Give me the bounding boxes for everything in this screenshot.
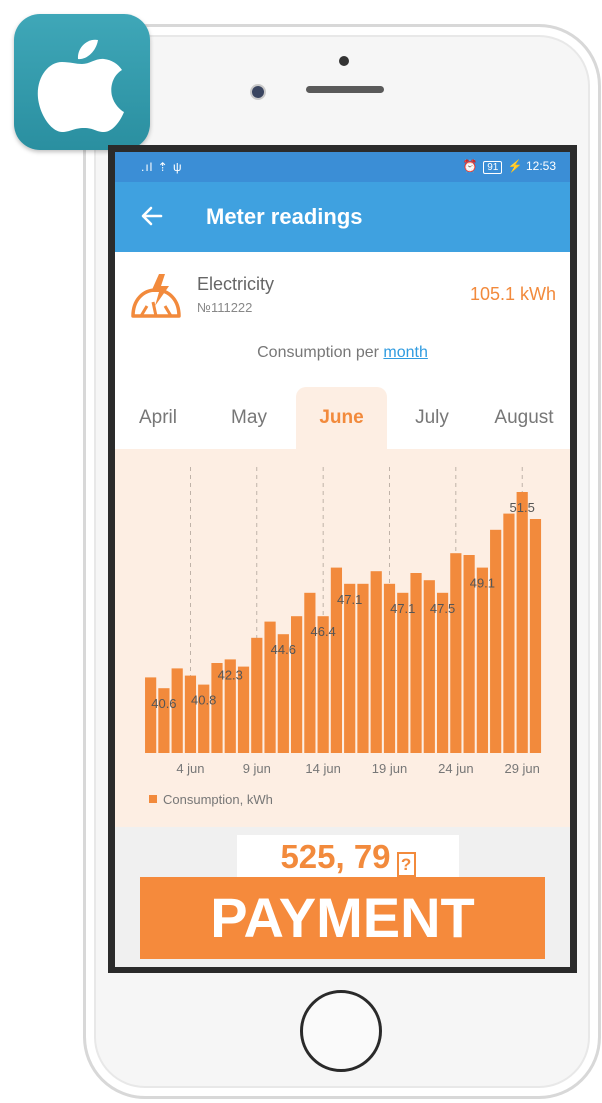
legend-swatch bbox=[149, 795, 157, 803]
consumption-prefix: Consumption per bbox=[257, 344, 384, 361]
app-screen: .ıl ⇡ ψ ⏰ 91 ⚡ 12:53 Meter readings Elec… bbox=[115, 152, 570, 967]
bar-29[interactable] bbox=[516, 492, 528, 753]
apple-logo-shape bbox=[37, 39, 124, 132]
status-right: ⏰ 91 ⚡ 12:53 bbox=[463, 159, 556, 174]
charging-icon: ⚡ bbox=[507, 159, 523, 173]
app-bar: Meter readings bbox=[115, 182, 570, 252]
x-tick-label-4: 24 jun bbox=[438, 761, 473, 776]
consumption-chart: 40.6 40.8 42.3 44.6 46.4 47.1 47.1 47.5 49.1 51.5… bbox=[115, 449, 570, 827]
bar-9[interactable] bbox=[251, 637, 263, 753]
data-label-4: 46.4 bbox=[310, 624, 335, 639]
meter-lightning-icon bbox=[131, 274, 181, 318]
bar-18[interactable] bbox=[370, 571, 382, 753]
currency-glyph: ? bbox=[396, 852, 416, 877]
bar-17[interactable] bbox=[357, 583, 369, 753]
bar-13[interactable] bbox=[304, 592, 316, 753]
bar-4[interactable] bbox=[184, 675, 197, 753]
payment-amount: 525, 79? bbox=[237, 835, 459, 879]
data-label-3: 44.6 bbox=[271, 642, 296, 657]
meter-info-row[interactable]: Electricity №111222 105.1 kWh bbox=[115, 252, 570, 332]
data-label-1: 40.8 bbox=[191, 693, 216, 708]
battery-icon: 91 bbox=[483, 161, 503, 174]
consumption-period-line: Consumption per month bbox=[115, 344, 570, 362]
tab-june[interactable]: June bbox=[296, 387, 387, 449]
status-bar: .ıl ⇡ ψ ⏰ 91 ⚡ 12:53 bbox=[115, 152, 570, 182]
data-label-5: 47.1 bbox=[337, 592, 362, 607]
x-tick-label-5: 29 jun bbox=[504, 761, 539, 776]
apple-logo-icon bbox=[14, 14, 150, 150]
bar-28[interactable] bbox=[503, 513, 515, 753]
bar-30[interactable] bbox=[529, 519, 542, 753]
camera-dot bbox=[339, 56, 349, 66]
amount-value: 525, 79 bbox=[280, 838, 391, 875]
alarm-icon: ⏰ bbox=[462, 159, 478, 173]
bar-12[interactable] bbox=[291, 616, 303, 753]
status-time: 12:53 bbox=[525, 159, 556, 173]
meter-name: Electricity bbox=[197, 274, 275, 294]
home-button[interactable] bbox=[300, 990, 382, 1072]
chart-legend: Consumption, kWh bbox=[149, 792, 273, 807]
bar-23[interactable] bbox=[436, 592, 449, 753]
meter-number: №111222 bbox=[197, 300, 253, 315]
bar-chart-svg: 40.6 40.842.3 44.6 46.4 47.1 47.1 47.5 49.1 51.5… bbox=[145, 467, 542, 776]
x-tick-label-3: 19 jun bbox=[372, 761, 407, 776]
front-camera bbox=[250, 84, 266, 100]
tab-july[interactable]: July bbox=[388, 387, 476, 449]
data-label-6: 47.1 bbox=[390, 601, 415, 616]
meter-value: 105.1 kWh bbox=[469, 284, 556, 304]
bar-26[interactable] bbox=[476, 567, 488, 753]
tab-april[interactable]: April bbox=[115, 387, 201, 449]
phone-screen: .ıl ⇡ ψ ⏰ 91 ⚡ 12:53 Meter readings Elec… bbox=[108, 145, 577, 973]
signal-wifi-usb-icons: .ıl ⇡ ψ bbox=[141, 160, 183, 174]
x-tick-label-2: 14 jun bbox=[305, 761, 340, 776]
bar-16[interactable] bbox=[344, 583, 356, 753]
data-label-2: 42.3 bbox=[218, 667, 243, 682]
page-title: Meter readings bbox=[206, 204, 363, 229]
earpiece-speaker bbox=[306, 86, 384, 93]
tab-august[interactable]: August bbox=[477, 387, 570, 449]
data-label-7: 47.5 bbox=[430, 601, 455, 616]
payment-button[interactable]: PAYMENT bbox=[140, 877, 545, 959]
data-label-8: 49.1 bbox=[470, 576, 495, 591]
bar-27[interactable] bbox=[490, 529, 502, 753]
bar-1[interactable] bbox=[145, 677, 157, 753]
data-label-0: 40.6 bbox=[151, 696, 176, 711]
x-tick-label-0: 4 jun bbox=[176, 761, 204, 776]
data-label-9: 51.5 bbox=[510, 500, 535, 515]
legend-label: Consumption, kWh bbox=[163, 792, 273, 807]
month-tabs: April May June July August bbox=[115, 387, 570, 449]
tab-may[interactable]: May bbox=[205, 387, 293, 449]
arrow-left-icon[interactable] bbox=[139, 203, 165, 229]
x-tick-label-1: 9 jun bbox=[243, 761, 271, 776]
bar-20[interactable] bbox=[397, 592, 409, 753]
bar-24[interactable] bbox=[450, 553, 462, 753]
period-link[interactable]: month bbox=[383, 344, 427, 361]
payment-area: 525, 79? PAYMENT bbox=[115, 827, 570, 967]
